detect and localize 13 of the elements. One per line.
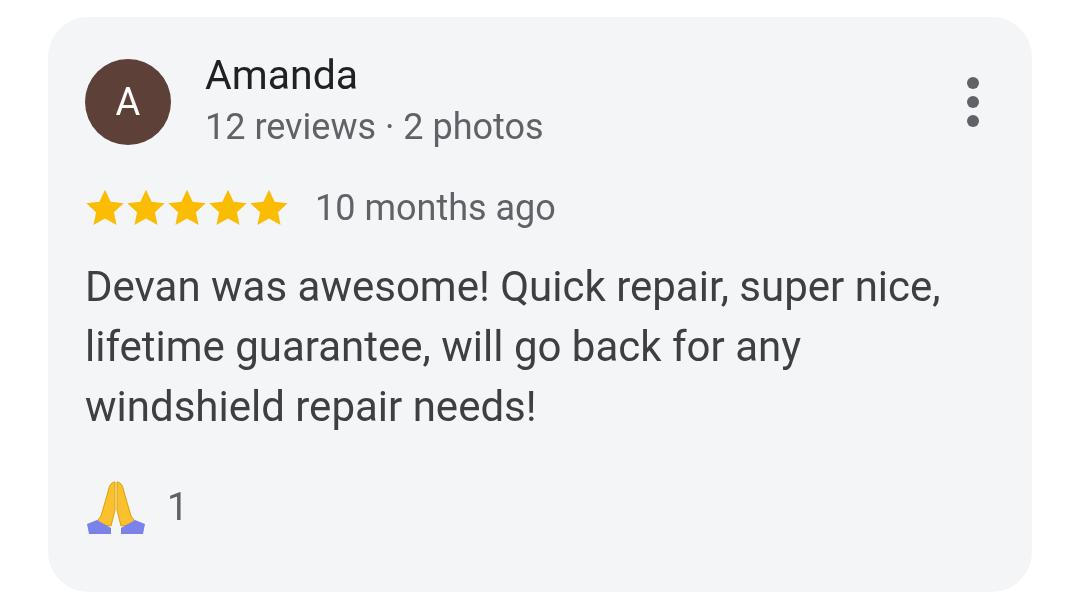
author-meta: 12 reviews · 2 photos	[205, 107, 544, 147]
star-icon	[126, 189, 166, 227]
avatar[interactable]: A	[85, 59, 171, 145]
review-text: Devan was awesome! Quick repair, super nice, lifetime guarantee, will go back for any windshield repair needs!	[85, 261, 942, 433]
star-icon	[249, 189, 289, 227]
review-date: 10 months ago	[315, 186, 556, 231]
reaction-count: 1	[167, 484, 189, 531]
praying-hands-icon	[85, 479, 147, 536]
author-name[interactable]: Amanda	[205, 53, 544, 97]
star-icon	[85, 189, 125, 227]
more-options-icon[interactable]	[966, 77, 980, 127]
star-icon	[208, 189, 248, 227]
star-icon	[167, 189, 207, 227]
